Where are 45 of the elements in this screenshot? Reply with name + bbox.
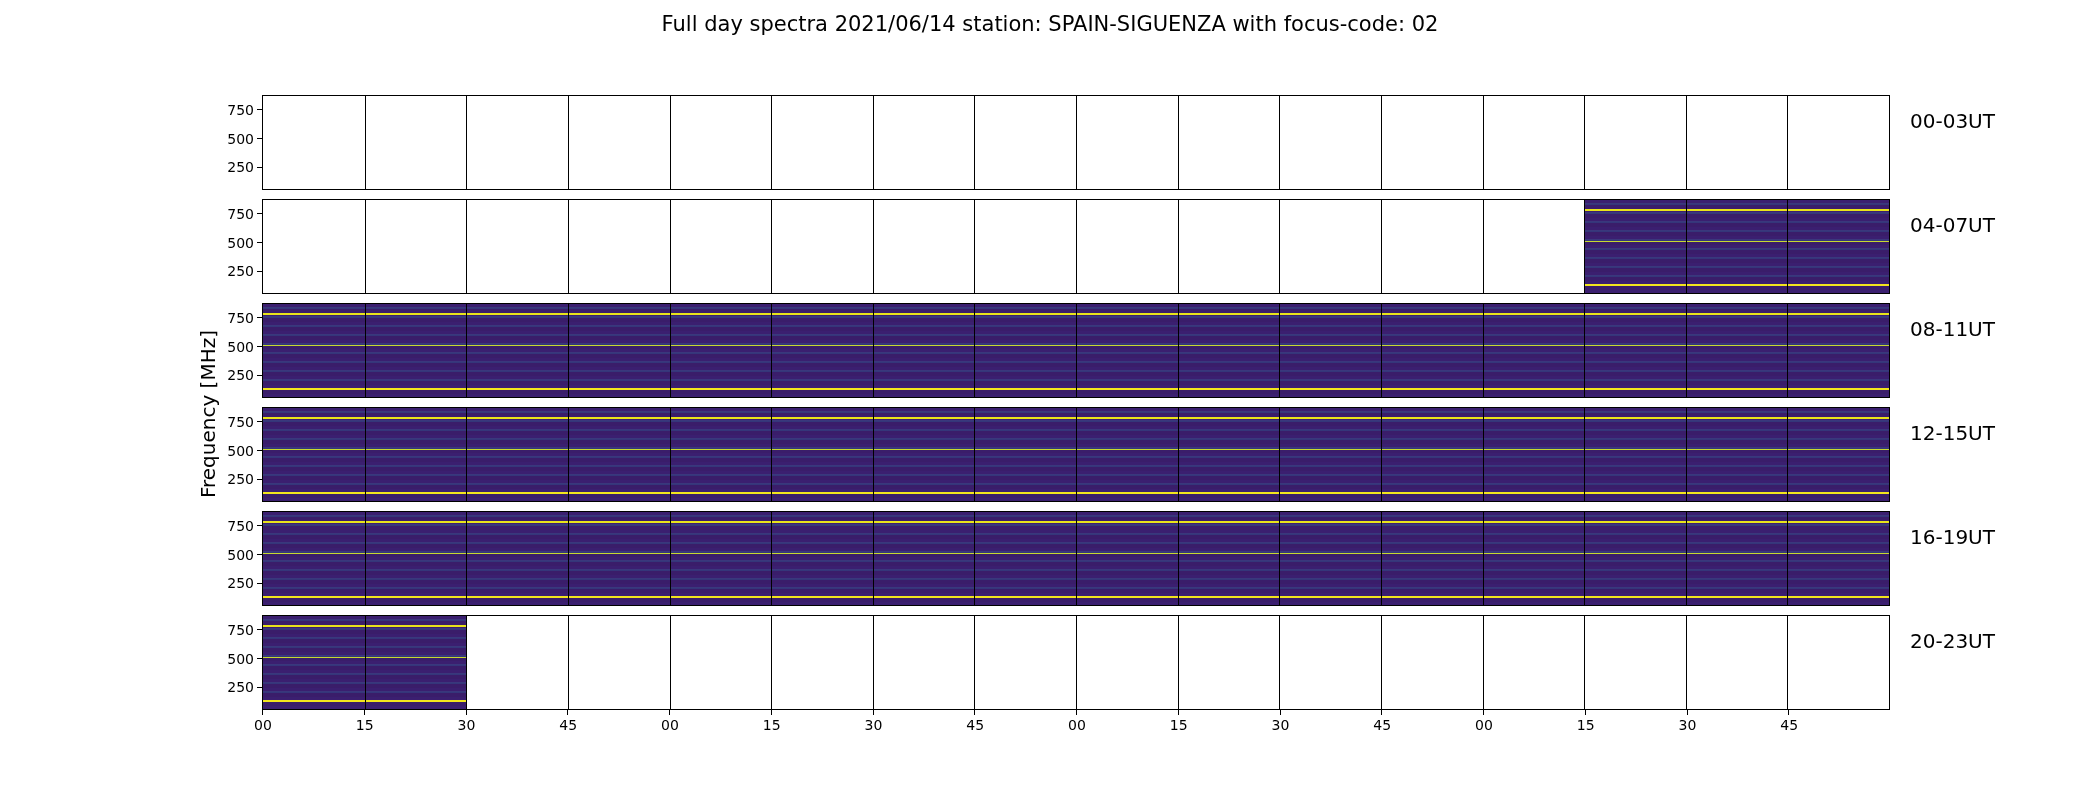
x-tick-label: 15 (355, 717, 374, 733)
y-tick-label: 750 (227, 101, 254, 118)
x-tick-label: 15 (1169, 717, 1188, 733)
x-tick-label: 00 (254, 717, 272, 733)
tick-mark (257, 166, 262, 168)
x-tick-label: 45 (1780, 717, 1799, 733)
y-tick-label: 250 (227, 263, 254, 280)
y-tick-label: 750 (227, 621, 254, 638)
y-tick-label: 500 (227, 130, 254, 147)
chart-title: Full day spectra 2021/06/14 station: SPAIN-SIGUENZA with focus-code: 02 (660, 12, 1440, 38)
x-tick-label: 30 (1678, 717, 1697, 733)
x-tick-label: 15 (762, 717, 781, 733)
y-tick-label: 500 (227, 234, 254, 251)
y-tick-label: 250 (227, 471, 254, 488)
row-label: 16-19UT (1909, 524, 1996, 551)
x-tick-label: 45 (966, 717, 985, 733)
tick-mark (257, 109, 262, 111)
row-label: 12-15UT (1909, 420, 1996, 447)
x-tick-label: 30 (1271, 717, 1290, 733)
x-tick-label: 30 (457, 717, 476, 733)
y-tick-label: 750 (227, 413, 254, 430)
x-tick-label: 00 (661, 717, 679, 733)
row-label: 00-03UT (1909, 108, 1996, 135)
tick-mark (257, 138, 262, 139)
y-tick-label: 250 (227, 679, 254, 696)
x-tick-label: 45 (1373, 717, 1392, 733)
y-tick-label: 750 (227, 517, 254, 534)
y-tick-label: 250 (227, 575, 254, 592)
y-axis-label: Frequency [MHz] (196, 329, 220, 499)
row-label: 08-11UT (1909, 316, 1996, 343)
y-tick-label: 250 (227, 367, 254, 384)
y-tick-label: 500 (227, 546, 254, 563)
y-tick-label: 750 (227, 309, 254, 326)
y-tick-label: 500 (227, 338, 254, 355)
y-tick-label: 500 (227, 442, 254, 459)
row-label: 04-07UT (1909, 212, 1996, 239)
x-tick-label: 15 (1576, 717, 1595, 733)
x-tick-label: 00 (1475, 717, 1493, 733)
y-tick-label: 750 (227, 205, 254, 222)
x-tick-label: 45 (559, 717, 578, 733)
y-tick-label: 250 (227, 159, 254, 176)
row-label: 20-23UT (1909, 628, 1996, 655)
y-tick-label: 500 (227, 650, 254, 667)
x-tick-label: 00 (1068, 717, 1086, 733)
x-tick-label: 30 (864, 717, 883, 733)
